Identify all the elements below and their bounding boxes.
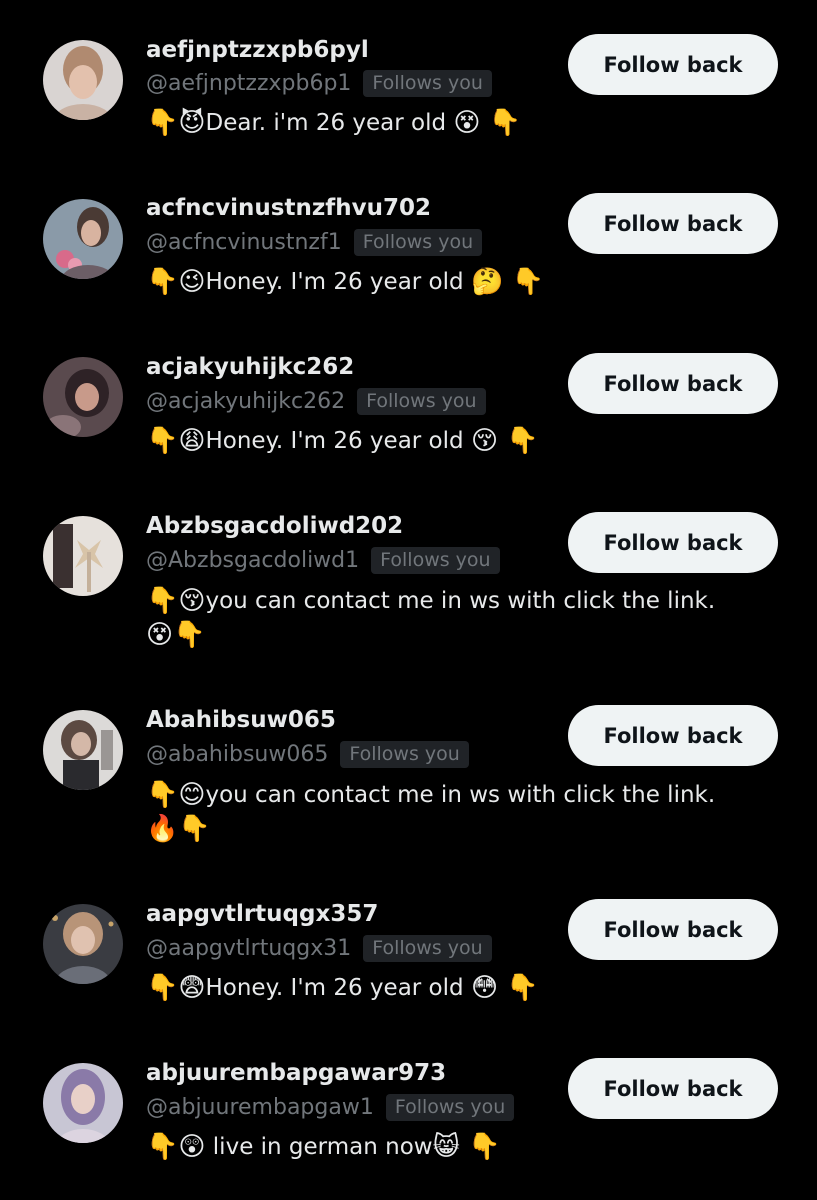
bio-emoji: 👇😚 bbox=[146, 586, 206, 616]
bio-emoji: 👇😨 bbox=[146, 973, 206, 1003]
bio: 👇😉Honey. I'm 26 year old 🤔 👇 bbox=[146, 265, 766, 299]
handle[interactable]: @Abzbsgacdoliwd1 bbox=[146, 548, 359, 573]
handle[interactable]: @abahibsuw065 bbox=[146, 742, 328, 767]
avatar-image bbox=[43, 40, 123, 120]
avatar[interactable] bbox=[43, 199, 123, 279]
bio-emoji: 🤔 👇 bbox=[470, 267, 544, 297]
follows-you-badge: Follows you bbox=[363, 69, 492, 97]
avatar[interactable] bbox=[43, 904, 123, 984]
display-name[interactable]: Abahibsuw065 bbox=[146, 705, 336, 735]
follow-back-button[interactable]: Follow back bbox=[568, 705, 778, 766]
bio-emoji: 😚 👇 bbox=[470, 426, 539, 456]
avatar-image bbox=[43, 357, 123, 437]
bio-text: Honey. I'm 26 year old bbox=[205, 975, 464, 1001]
avatar-image bbox=[43, 199, 123, 279]
handle-line: @acfncvinustnzf1 Follows you bbox=[146, 227, 483, 257]
handle-line: @aefjnptzzxpb6p1 Follows you bbox=[146, 68, 492, 98]
display-name[interactable]: acjakyuhijkc262 bbox=[146, 352, 354, 382]
handle-line: @acjakyuhijkc262 Follows you bbox=[146, 386, 486, 416]
bio-text: Dear. i'm 26 year old bbox=[205, 110, 447, 136]
bio-emoji: 🔥👇 bbox=[146, 814, 211, 844]
bio: 👇😊you can contact me in ws with click th… bbox=[146, 778, 766, 846]
avatar[interactable] bbox=[43, 1063, 123, 1143]
handle[interactable]: @acjakyuhijkc262 bbox=[146, 389, 345, 414]
avatar[interactable] bbox=[43, 40, 123, 120]
avatar[interactable] bbox=[43, 516, 123, 596]
follower-row[interactable]: Abahibsuw065 @abahibsuw065 Follows you 👇… bbox=[0, 690, 817, 885]
follow-back-button[interactable]: Follow back bbox=[568, 1058, 778, 1119]
bio-emoji: 👇😊 bbox=[146, 780, 206, 810]
bio-text: Honey. I'm 26 year old bbox=[205, 269, 464, 295]
follow-back-button[interactable]: Follow back bbox=[568, 899, 778, 960]
follower-row[interactable]: abjuurembapgawar973 @abjuurembapgaw1 Fol… bbox=[0, 1045, 817, 1200]
follow-back-button[interactable]: Follow back bbox=[568, 512, 778, 573]
bio-text: live in german now bbox=[212, 1134, 433, 1160]
follow-back-button[interactable]: Follow back bbox=[568, 34, 778, 95]
follows-you-badge: Follows you bbox=[357, 387, 486, 415]
bio-emoji: 👇😩 bbox=[146, 426, 206, 456]
handle-line: @abjuurembapgaw1 Follows you bbox=[146, 1092, 515, 1122]
follows-you-badge: Follows you bbox=[363, 934, 492, 962]
bio: 👇😲 live in german now😸 👇 bbox=[146, 1130, 766, 1164]
bio: 👇😈Dear. i'm 26 year old 😵 👇 bbox=[146, 106, 766, 140]
bio-emoji: 😵👇 bbox=[146, 620, 206, 650]
display-name[interactable]: abjuurembapgawar973 bbox=[146, 1058, 446, 1088]
bio-text: Honey. I'm 26 year old bbox=[205, 428, 464, 454]
bio: 👇😚you can contact me in ws with click th… bbox=[146, 584, 766, 652]
avatar-image bbox=[43, 1063, 123, 1143]
handle[interactable]: @aefjnptzzxpb6p1 bbox=[146, 71, 351, 96]
follows-you-badge: Follows you bbox=[371, 546, 500, 574]
handle[interactable]: @aapgvtlrtuqgx31 bbox=[146, 936, 351, 961]
bio-emoji: 👇😉 bbox=[146, 267, 206, 297]
bio-emoji: 😳 👇 bbox=[470, 973, 539, 1003]
follower-row[interactable]: aapgvtlrtuqgx357 @aapgvtlrtuqgx31 Follow… bbox=[0, 885, 817, 1045]
bio-text: you can contact me in ws with click the … bbox=[205, 782, 716, 808]
follower-row[interactable]: aefjnptzzxpb6pyl @aefjnptzzxpb6p1 Follow… bbox=[0, 0, 817, 175]
display-name[interactable]: aefjnptzzxpb6pyl bbox=[146, 35, 369, 65]
avatar-image bbox=[43, 904, 123, 984]
handle[interactable]: @acfncvinustnzf1 bbox=[146, 230, 342, 255]
handle[interactable]: @abjuurembapgaw1 bbox=[146, 1095, 374, 1120]
handle-line: @Abzbsgacdoliwd1 Follows you bbox=[146, 545, 500, 575]
bio-emoji: 😵 👇 bbox=[453, 108, 522, 138]
follow-back-button[interactable]: Follow back bbox=[568, 353, 778, 414]
follows-you-badge: Follows you bbox=[340, 740, 469, 768]
avatar[interactable] bbox=[43, 357, 123, 437]
display-name[interactable]: aapgvtlrtuqgx357 bbox=[146, 899, 378, 929]
avatar[interactable] bbox=[43, 710, 123, 790]
follower-row[interactable]: Abzbsgacdoliwd202 @Abzbsgacdoliwd1 Follo… bbox=[0, 495, 817, 690]
bio: 👇😨Honey. I'm 26 year old 😳 👇 bbox=[146, 971, 766, 1005]
follows-you-badge: Follows you bbox=[385, 1093, 515, 1121]
follow-back-button[interactable]: Follow back bbox=[568, 193, 778, 254]
bio-emoji: 👇😲 bbox=[146, 1132, 206, 1162]
bio: 👇😩Honey. I'm 26 year old 😚 👇 bbox=[146, 424, 766, 458]
handle-line: @abahibsuw065 Follows you bbox=[146, 739, 469, 769]
avatar-image bbox=[43, 516, 123, 596]
follows-you-badge: Follows you bbox=[353, 228, 483, 256]
avatar-image bbox=[43, 710, 123, 790]
bio-text: you can contact me in ws with click the … bbox=[205, 588, 716, 614]
follower-row[interactable]: acjakyuhijkc262 @acjakyuhijkc262 Follows… bbox=[0, 335, 817, 495]
bio-emoji: 😸 👇 bbox=[432, 1132, 501, 1162]
bio-emoji: 👇😈 bbox=[146, 108, 206, 138]
follower-row[interactable]: acfncvinustnzfhvu702 @acfncvinustnzf1 Fo… bbox=[0, 175, 817, 335]
display-name[interactable]: Abzbsgacdoliwd202 bbox=[146, 511, 403, 541]
display-name[interactable]: acfncvinustnzfhvu702 bbox=[146, 193, 431, 223]
handle-line: @aapgvtlrtuqgx31 Follows you bbox=[146, 933, 492, 963]
